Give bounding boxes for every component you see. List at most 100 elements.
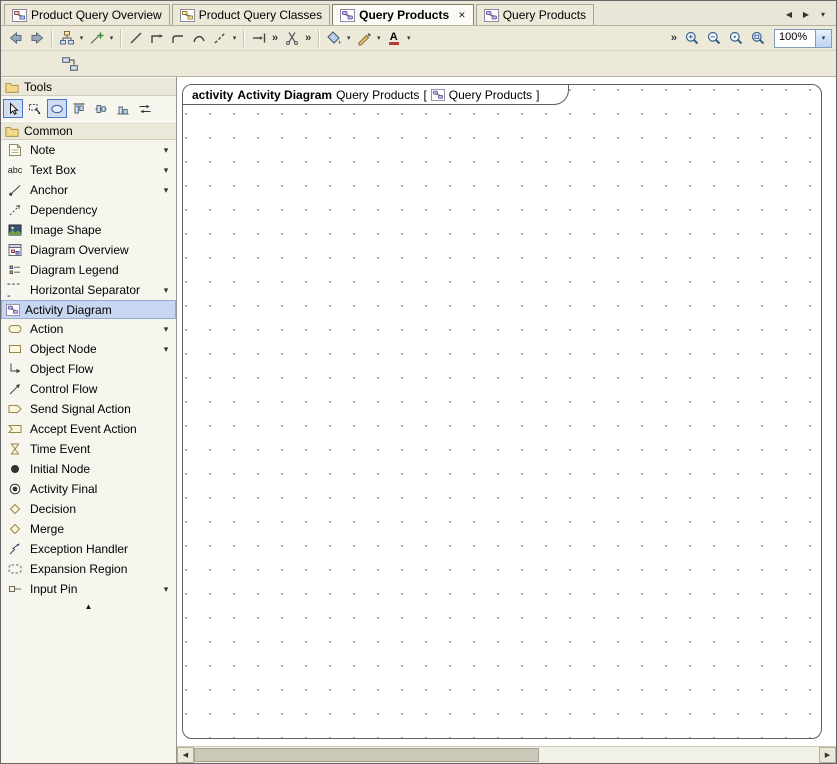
palette-item-label: Activity Final	[30, 482, 97, 496]
chevron-down-icon[interactable]: ▾	[230, 28, 239, 49]
rounded-path-button[interactable]	[167, 28, 188, 49]
activity-diagram-section-header[interactable]: Activity Diagram	[1, 300, 176, 319]
palette-item-diagram-overview[interactable]: Diagram Overview	[1, 240, 176, 260]
rectilinear-path-button[interactable]	[146, 28, 167, 49]
palette-item-activity-final[interactable]: Activity Final	[1, 479, 176, 499]
zoom-fit-button[interactable]	[747, 28, 768, 49]
palette-item-decision[interactable]: Decision	[1, 499, 176, 519]
pointer-tool-button[interactable]	[3, 99, 23, 118]
chevron-down-icon[interactable]: ▾	[404, 28, 413, 49]
tab-query-products[interactable]: Query Products	[476, 4, 594, 25]
tree-layout-button[interactable]	[56, 28, 77, 49]
folder-icon	[5, 81, 19, 93]
chevron-down-icon[interactable]: ▾	[161, 344, 171, 355]
marquee-select-tool-button[interactable]	[25, 99, 45, 118]
rectilinear-line-icon	[149, 30, 165, 46]
swap-arrows-icon	[137, 101, 153, 117]
palette-item-input-pin[interactable]: Input Pin ▾	[1, 579, 176, 599]
zoom-level-value[interactable]: 100%	[775, 30, 815, 47]
close-tab-icon[interactable]: ✕	[458, 10, 466, 21]
palette-item-exception-handler[interactable]: Exception Handler	[1, 539, 176, 559]
activity-diagram-frame[interactable]: activity Activity Diagram Query Products…	[182, 84, 822, 739]
tab-label: Query Products	[359, 8, 449, 22]
content-area: Tools Common Note ▾ abc	[1, 77, 836, 763]
palette-item-merge[interactable]: Merge	[1, 519, 176, 539]
palette-item-object-node[interactable]: Object Node ▾	[1, 339, 176, 359]
image-shape-icon	[7, 222, 23, 238]
palette-item-image-shape[interactable]: Image Shape	[1, 220, 176, 240]
palette-item-control-flow[interactable]: Control Flow	[1, 379, 176, 399]
oval-tool-button[interactable]	[47, 99, 67, 118]
chevron-down-icon[interactable]: ▾	[161, 285, 171, 296]
zoom-out-button[interactable]	[703, 28, 724, 49]
overflow-chevron-icon[interactable]: »	[272, 32, 278, 44]
swap-layout-tool-button[interactable]	[135, 99, 155, 118]
chevron-down-icon[interactable]: ▾	[374, 28, 383, 49]
tab-product-query-overview[interactable]: Product Query Overview	[4, 4, 170, 25]
palette-item-object-flow[interactable]: Object Flow	[1, 359, 176, 379]
activity-diagram-icon	[484, 8, 499, 23]
oblique-path-button[interactable]	[125, 28, 146, 49]
palette-item-text-box[interactable]: abc Text Box ▾	[1, 160, 176, 180]
fill-color-button[interactable]	[323, 28, 344, 49]
scroll-tabs-right-button[interactable]: ▶	[799, 7, 813, 21]
palette-item-anchor[interactable]: Anchor ▾	[1, 180, 176, 200]
chevron-down-icon[interactable]: ▾	[161, 185, 171, 196]
tab-list-button[interactable]: ▾	[816, 7, 830, 21]
palette-item-send-signal-action[interactable]: Send Signal Action	[1, 399, 176, 419]
horizontal-scrollbar[interactable]: ◀ ▶	[177, 746, 836, 763]
line-color-button[interactable]	[353, 28, 374, 49]
scroll-left-button[interactable]: ◀	[177, 747, 194, 763]
align-bottom-tool-button[interactable]	[113, 99, 133, 118]
font-color-button[interactable]: A	[383, 28, 404, 49]
zoom-out-icon	[706, 30, 722, 46]
main-toolbar: ▾ ▾ ▾ » » ▾ ▾ A ▾ » 100% ▾	[1, 26, 836, 51]
palette-scroll-up-button[interactable]: ▲	[1, 599, 176, 613]
back-button[interactable]	[5, 28, 26, 49]
related-elements-button[interactable]	[59, 53, 80, 74]
chevron-down-icon[interactable]: ▾	[161, 145, 171, 156]
align-top-tool-button[interactable]	[69, 99, 89, 118]
curved-path-button[interactable]	[188, 28, 209, 49]
diagram-canvas: activity Activity Diagram Query Products…	[177, 77, 836, 763]
forward-button[interactable]	[26, 28, 47, 49]
palette-item-dependency[interactable]: Dependency	[1, 200, 176, 220]
palette-item-accept-event-action[interactable]: Accept Event Action	[1, 419, 176, 439]
chevron-down-icon[interactable]: ▾	[107, 28, 116, 49]
palette-item-horizontal-separator[interactable]: ---- Horizontal Separator ▾	[1, 280, 176, 300]
scrollbar-track[interactable]	[194, 747, 819, 763]
palette-item-initial-node[interactable]: Initial Node	[1, 459, 176, 479]
dashed-path-button[interactable]	[209, 28, 230, 49]
combo-dropdown-button[interactable]: ▾	[815, 30, 831, 47]
zoom-in-button[interactable]	[681, 28, 702, 49]
zoom-actual-button[interactable]	[725, 28, 746, 49]
reset-path-button[interactable]	[248, 28, 269, 49]
tab-query-products-active[interactable]: Query Products ✕	[332, 4, 474, 25]
palette-item-label: Image Shape	[30, 223, 101, 237]
align-middle-tool-button[interactable]	[91, 99, 111, 118]
diagram-surface[interactable]: activity Activity Diagram Query Products…	[177, 77, 836, 746]
tree-layout-icon	[59, 30, 75, 46]
common-section-header[interactable]: Common	[1, 121, 176, 140]
chevron-down-icon[interactable]: ▾	[161, 584, 171, 595]
palette-item-diagram-legend[interactable]: Diagram Legend	[1, 260, 176, 280]
chevron-down-icon[interactable]: ▾	[344, 28, 353, 49]
palette-item-time-event[interactable]: Time Event	[1, 439, 176, 459]
zoom-level-combobox[interactable]: 100% ▾	[774, 29, 832, 48]
overflow-chevron-icon[interactable]: »	[671, 32, 677, 44]
quick-link-button[interactable]	[86, 28, 107, 49]
split-path-button[interactable]	[281, 28, 302, 49]
scroll-right-button[interactable]: ▶	[819, 747, 836, 763]
chevron-down-icon[interactable]: ▾	[161, 165, 171, 176]
chevron-down-icon[interactable]: ▾	[77, 28, 86, 49]
palette-item-action[interactable]: Action ▾	[1, 319, 176, 339]
object-node-icon	[7, 341, 23, 357]
palette-item-note[interactable]: Note ▾	[1, 140, 176, 160]
scroll-tabs-left-button[interactable]: ◀	[782, 7, 796, 21]
tab-product-query-classes[interactable]: Product Query Classes	[172, 4, 330, 25]
overflow-chevron-icon[interactable]: »	[305, 32, 311, 44]
chevron-down-icon[interactable]: ▾	[161, 324, 171, 335]
palette-item-expansion-region[interactable]: Expansion Region	[1, 559, 176, 579]
scrollbar-thumb[interactable]	[194, 748, 539, 762]
tools-section-header[interactable]: Tools	[1, 77, 176, 96]
